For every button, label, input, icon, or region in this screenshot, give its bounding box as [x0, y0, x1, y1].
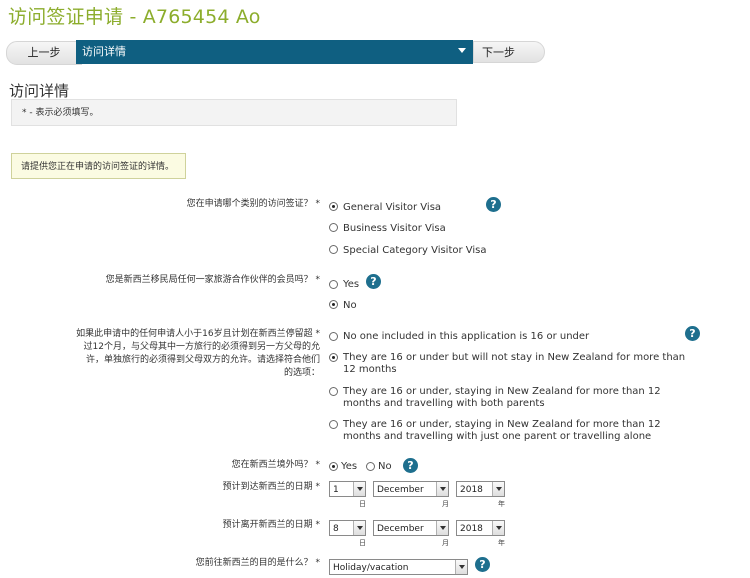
under16-short-stay-radio[interactable]	[329, 353, 338, 362]
partner-member-label: 您是新西兰移民局任何一家旅游合作伙伴的会员吗？ *	[105, 275, 320, 285]
visa-category-option: Special Category Visitor Visa	[343, 245, 487, 256]
under16-both-parents-radio[interactable]	[329, 387, 338, 396]
purpose-select[interactable]: Holiday/vacation	[329, 559, 468, 575]
day-unit: 日	[359, 539, 366, 547]
under16-option: They are 16 or under, staying in New Zea…	[343, 419, 661, 443]
year-unit: 年	[498, 539, 505, 547]
help-icon[interactable]: ?	[475, 557, 490, 572]
chevron-down-icon	[458, 48, 466, 53]
arrival-date-label: 预计到达新西兰的日期 *	[222, 482, 320, 492]
under16-label-line: 过12个月，与父母其中一方旅行的必须得到另一方父母的允	[83, 342, 320, 352]
arrival-month-select[interactable]: December	[373, 481, 449, 497]
option-line: 12 months	[343, 364, 397, 375]
month-unit: 月	[442, 500, 449, 508]
outside-nz-no-radio[interactable]	[366, 462, 375, 471]
page-title: 访问签证申请 - A765454 Ao	[8, 6, 261, 28]
arrival-day-value: 1	[333, 485, 339, 495]
partner-member-option: No	[343, 300, 357, 311]
under16-label-line: 如果此申请中的任何申请人小于16岁且计划在新西兰停留超 *	[76, 329, 320, 339]
visa-category-special-radio[interactable]	[329, 245, 338, 254]
partner-member-option: Yes	[343, 279, 360, 290]
under16-option: They are 16 or under, staying in New Zea…	[343, 386, 661, 410]
visa-category-label: 您在申请哪个类别的访问签证？ *	[186, 199, 320, 209]
partner-member-no-radio[interactable]	[329, 300, 338, 309]
arrival-month-value: December	[377, 485, 424, 495]
visa-category-option: General Visitor Visa	[343, 202, 442, 213]
option-line: They are 16 or under, staying in New Zea…	[343, 419, 661, 430]
under16-option: No one included in this application is 1…	[343, 331, 590, 342]
departure-month-value: December	[377, 524, 424, 534]
outside-nz-option: No	[378, 461, 392, 472]
departure-year-select[interactable]: 2018	[456, 520, 505, 536]
arrival-year-select[interactable]: 2018	[456, 481, 505, 497]
section-title: 访问详情	[9, 82, 70, 100]
departure-month-select[interactable]: December	[373, 520, 449, 536]
required-note: * - 表示必须填写。	[11, 99, 457, 126]
departure-year-value: 2018	[460, 524, 483, 534]
chevron-down-icon	[455, 560, 467, 574]
visa-category-business-radio[interactable]	[329, 223, 338, 232]
help-icon[interactable]: ?	[366, 274, 381, 289]
help-icon[interactable]: ?	[486, 197, 501, 212]
visa-category-option: Business Visitor Visa	[343, 223, 446, 234]
departure-day-value: 8	[333, 524, 339, 534]
option-line: They are 16 or under but will not stay i…	[343, 352, 686, 363]
under16-label-line: 的选项：	[283, 368, 320, 378]
chevron-down-icon	[353, 521, 365, 535]
chevron-down-icon	[492, 521, 504, 535]
chevron-down-icon	[436, 482, 448, 496]
option-line: They are 16 or under, staying in New Zea…	[343, 386, 661, 397]
purpose-label: 您前往新西兰的目的是什么？ *	[195, 558, 320, 568]
year-unit: 年	[498, 500, 505, 508]
arrival-day-select[interactable]: 1	[329, 481, 366, 497]
visa-category-general-radio[interactable]	[329, 202, 338, 211]
partner-member-yes-radio[interactable]	[329, 280, 338, 289]
outside-nz-label: 您在新西兰境外吗？ *	[231, 460, 320, 470]
chevron-down-icon	[492, 482, 504, 496]
help-icon[interactable]: ?	[685, 326, 700, 341]
current-step-dropdown[interactable]: 访问详情	[76, 40, 473, 64]
under16-option: They are 16 or under but will not stay i…	[343, 352, 685, 376]
option-line: months and travelling with just one pare…	[343, 431, 652, 442]
next-step-button[interactable]: 下一步	[473, 41, 545, 63]
chevron-down-icon	[353, 482, 365, 496]
help-icon[interactable]: ?	[403, 458, 418, 473]
current-step-label: 访问详情	[82, 45, 126, 58]
arrival-year-value: 2018	[460, 485, 483, 495]
day-unit: 日	[359, 500, 366, 508]
previous-step-button[interactable]: 上一步	[6, 41, 82, 65]
option-line: months and travelling with both parents	[343, 398, 545, 409]
under16-label: 如果此申请中的任何申请人小于16岁且计划在新西兰停留超 * 过12个月，与父母其…	[20, 328, 320, 380]
month-unit: 月	[442, 539, 449, 547]
under16-none-radio[interactable]	[329, 332, 338, 341]
chevron-down-icon	[436, 521, 448, 535]
wizard-nav: 上一步 访问详情 下一步	[0, 40, 548, 65]
outside-nz-option: Yes	[341, 461, 358, 472]
info-note: 请提供您正在申请的访问签证的详情。	[11, 153, 186, 179]
outside-nz-yes-radio[interactable]	[329, 462, 338, 471]
purpose-value: Holiday/vacation	[333, 563, 409, 573]
under16-one-parent-radio[interactable]	[329, 420, 338, 429]
departure-date-label: 预计离开新西兰的日期 *	[222, 520, 320, 530]
departure-day-select[interactable]: 8	[329, 520, 366, 536]
under16-label-line: 许，单独旅行的必须得到父母双方的允许。请选择符合他们	[85, 355, 320, 365]
